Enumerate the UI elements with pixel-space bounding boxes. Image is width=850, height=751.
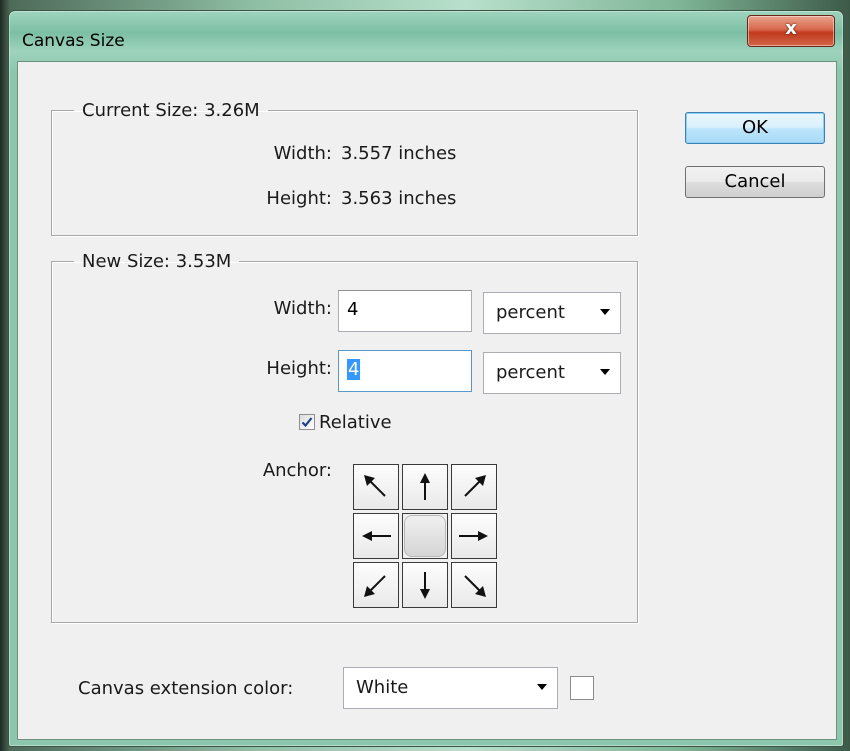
anchor-right[interactable] [451,513,497,559]
anchor-bottom-left[interactable] [353,562,399,608]
chevron-down-icon [537,684,547,690]
window-title: Canvas Size [22,31,125,51]
width-input-value: 4 [347,299,359,320]
chevron-down-icon [600,369,610,375]
arrow-left-icon [362,531,391,541]
new-width-label: Width: [273,298,332,319]
current-height-value: 3.563 inches [341,188,457,209]
current-width-value: 3.557 inches [341,143,457,164]
anchor-bottom-right[interactable] [451,562,497,608]
arrow-down-right-icon [464,575,486,597]
extension-color-swatch[interactable] [570,676,594,700]
extension-color-label: Canvas extension color: [78,678,294,699]
current-size-legend: Current Size: 3.26M [82,100,260,121]
height-input-value: 4 [347,359,361,380]
anchor-center[interactable] [402,513,448,559]
anchor-grid [353,464,503,614]
width-unit-select[interactable]: percent [483,292,621,334]
close-button[interactable]: x [747,15,835,47]
ok-label: OK [742,117,768,138]
current-height-label: Height: [266,188,332,209]
height-unit-select[interactable]: percent [483,352,621,394]
relative-checkbox[interactable] [299,414,315,430]
anchor-top-right[interactable] [451,464,497,510]
close-icon: x [785,18,797,39]
width-unit-value: percent [496,302,565,323]
arrow-down-left-icon [364,575,386,597]
anchor-label: Anchor: [262,460,332,481]
ok-button[interactable]: OK [685,112,825,144]
anchor-top-left[interactable] [353,464,399,510]
anchor-top[interactable] [402,464,448,510]
cancel-label: Cancel [724,171,786,192]
new-height-label: Height: [266,358,332,379]
arrow-down-icon [420,572,430,599]
current-width-label: Width: [273,143,332,164]
arrow-up-right-icon [464,475,486,497]
relative-label[interactable]: Relative [319,412,392,433]
extension-color-select[interactable]: White [343,667,558,709]
anchor-bottom[interactable] [402,562,448,608]
height-unit-value: percent [496,362,565,383]
new-size-legend: New Size: 3.53M [82,251,232,272]
current-size-group: Current Size: 3.26M [51,100,638,236]
width-input[interactable]: 4 [338,290,472,332]
height-input[interactable]: 4 [338,350,472,392]
anchor-left[interactable] [353,513,399,559]
cancel-button[interactable]: Cancel [685,166,825,198]
checkmark-icon [301,417,313,428]
arrow-up-left-icon [364,475,386,497]
canvas-size-dialog: Canvas Size x Current Size: 3.26M Width:… [8,10,844,747]
dialog-body: Current Size: 3.26M Width: 3.557 inches … [17,61,837,740]
chevron-down-icon [600,309,610,315]
arrow-up-icon [420,473,430,500]
extension-color-value: White [356,677,409,698]
arrow-right-icon [459,531,488,541]
